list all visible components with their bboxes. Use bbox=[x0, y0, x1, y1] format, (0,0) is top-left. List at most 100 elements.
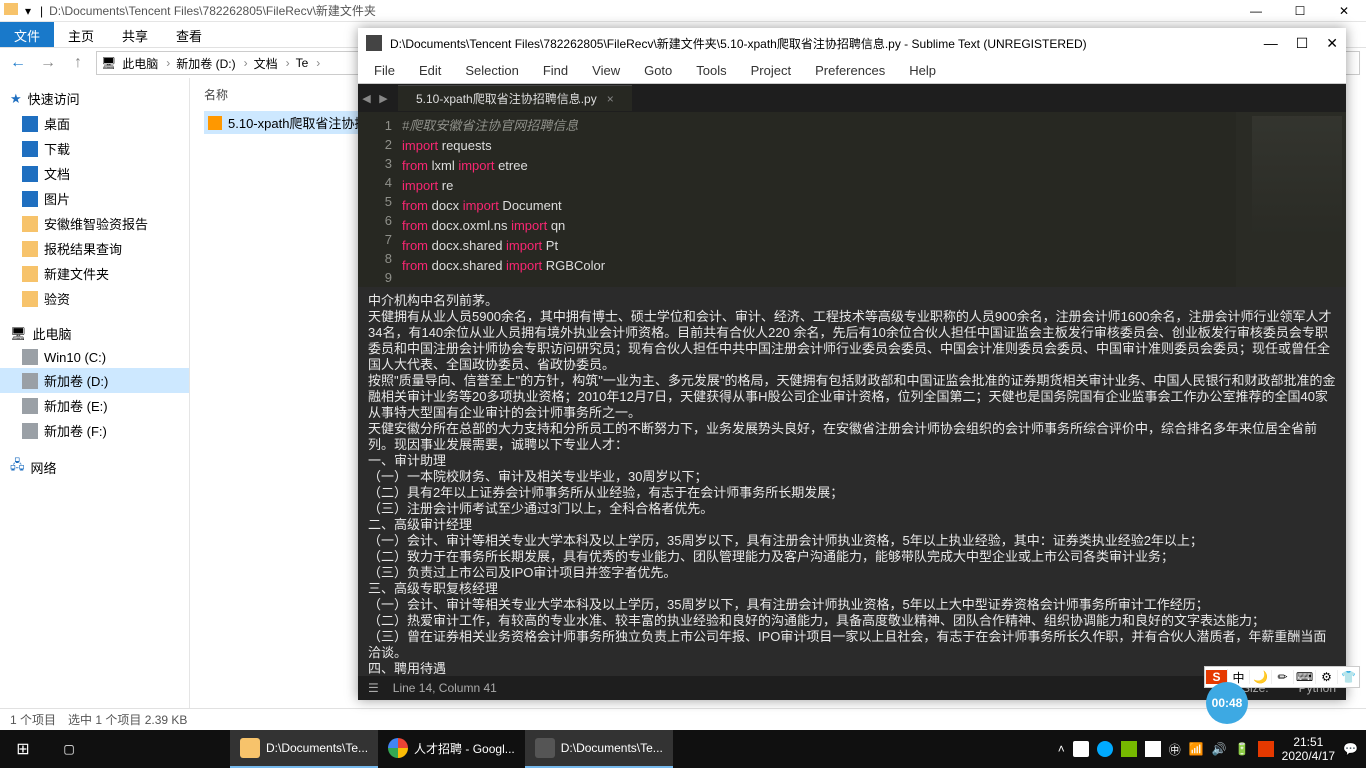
sublime-status-bar: ☰ Line 14, Column 41 Tab Size: Python bbox=[358, 676, 1346, 700]
minimize-button[interactable]: — bbox=[1264, 35, 1278, 52]
sublime-window: D:\Documents\Tencent Files\782262805\Fil… bbox=[358, 28, 1346, 700]
menu-view[interactable]: View bbox=[582, 61, 630, 80]
taskbar-app[interactable]: D:\Documents\Te... bbox=[230, 730, 378, 768]
ime-button[interactable]: ✏ bbox=[1271, 670, 1293, 684]
wifi-icon[interactable]: 📶 bbox=[1189, 742, 1204, 756]
start-button[interactable]: ⊞ bbox=[0, 730, 46, 768]
nav-item[interactable]: 验资 bbox=[0, 286, 189, 311]
menu-preferences[interactable]: Preferences bbox=[805, 61, 895, 80]
status-selection: 选中 1 个项目 2.39 KB bbox=[68, 711, 187, 728]
sublime-titlebar[interactable]: D:\Documents\Tencent Files\782262805\Fil… bbox=[358, 28, 1346, 58]
nav-item[interactable]: 桌面 bbox=[0, 111, 189, 136]
menu-project[interactable]: Project bbox=[741, 61, 801, 80]
ime-icon[interactable]: ㊥ bbox=[1169, 741, 1181, 758]
folder-icon bbox=[4, 3, 18, 15]
back-button[interactable]: ← bbox=[6, 54, 30, 72]
ime-button[interactable]: 👕 bbox=[1337, 670, 1359, 684]
up-button[interactable]: ↑ bbox=[66, 54, 90, 72]
menu-selection[interactable]: Selection bbox=[455, 61, 528, 80]
system-tray[interactable]: ˄ ㊥ 📶 🔊 🔋 21:51 2020/4/17 💬 bbox=[1050, 735, 1366, 763]
ime-button[interactable]: 🌙 bbox=[1249, 670, 1271, 684]
crumb[interactable]: 新加卷 (D:) bbox=[176, 55, 247, 72]
menu-find[interactable]: Find bbox=[533, 61, 578, 80]
tab-close-icon[interactable]: × bbox=[607, 92, 614, 106]
nvidia-icon[interactable] bbox=[1121, 741, 1137, 757]
quick-access-header[interactable]: ★快速访问 bbox=[0, 86, 189, 111]
menu-help[interactable]: Help bbox=[899, 61, 946, 80]
network-header[interactable]: 🖧网络 bbox=[0, 453, 189, 481]
gutter: 123456789 bbox=[358, 112, 402, 287]
forward-button[interactable]: → bbox=[36, 54, 60, 72]
recording-timer-badge[interactable]: 00:48 bbox=[1206, 682, 1248, 724]
ime-button[interactable]: ⚙ bbox=[1315, 670, 1337, 684]
tab-next-icon[interactable]: ▶ bbox=[379, 92, 387, 105]
menu-file[interactable]: File bbox=[364, 61, 405, 80]
tray-up-icon[interactable]: ˄ bbox=[1058, 742, 1065, 756]
drive-item[interactable]: 新加卷 (E:) bbox=[0, 393, 189, 418]
nav-item[interactable]: 新建文件夹 bbox=[0, 261, 189, 286]
drive-item[interactable]: 新加卷 (F:) bbox=[0, 418, 189, 443]
tray-icon[interactable] bbox=[1145, 741, 1161, 757]
tray-icon[interactable] bbox=[1073, 741, 1089, 757]
drive-item[interactable]: Win10 (C:) bbox=[0, 346, 189, 368]
menu-tools[interactable]: Tools bbox=[686, 61, 736, 80]
pinned-powerpoint[interactable] bbox=[92, 730, 138, 768]
close-button[interactable]: ✕ bbox=[1326, 35, 1338, 52]
sublime-icon bbox=[366, 35, 382, 51]
tab-bar: ◀ ▶ 5.10-xpath爬取省注协招聘信息.py × bbox=[358, 84, 1346, 112]
status-item-count: 1 个项目 bbox=[10, 711, 56, 728]
menu-icon[interactable]: ☰ bbox=[368, 681, 379, 695]
ribbon-home[interactable]: 主页 bbox=[54, 22, 108, 47]
nav-item[interactable]: 文档 bbox=[0, 161, 189, 186]
ribbon-file[interactable]: 文件 bbox=[0, 22, 54, 47]
pinned-word[interactable] bbox=[138, 730, 184, 768]
ribbon-view[interactable]: 查看 bbox=[162, 22, 216, 47]
nav-item[interactable]: 下载 bbox=[0, 136, 189, 161]
menu-edit[interactable]: Edit bbox=[409, 61, 451, 80]
taskbar-app[interactable]: D:\Documents\Te... bbox=[525, 730, 673, 768]
source-code[interactable]: #爬取安徽省注协官网招聘信息 import requests from lxml… bbox=[402, 112, 1236, 287]
pc-icon: 🖥 bbox=[101, 56, 116, 70]
pinned-excel[interactable] bbox=[184, 730, 230, 768]
crumb[interactable]: 此电脑 bbox=[122, 55, 170, 72]
this-pc-header[interactable]: 🖥此电脑 bbox=[0, 321, 189, 346]
maximize-button[interactable]: ☐ bbox=[1296, 35, 1309, 52]
file-name: 5.10-xpath爬取省注协招 bbox=[228, 113, 367, 132]
qat-icon[interactable]: ▾ bbox=[20, 3, 36, 19]
tab-label: 5.10-xpath爬取省注协招聘信息.py bbox=[416, 90, 597, 107]
maximize-button[interactable]: ☐ bbox=[1278, 0, 1322, 22]
drive-item[interactable]: 新加卷 (D:) bbox=[0, 368, 189, 393]
clock[interactable]: 21:51 2020/4/17 bbox=[1282, 735, 1335, 763]
explorer-titlebar[interactable]: ▾ | D:\Documents\Tencent Files\782262805… bbox=[0, 0, 1366, 22]
minimap[interactable] bbox=[1236, 112, 1346, 287]
volume-icon[interactable]: 🔊 bbox=[1212, 742, 1227, 756]
minimize-button[interactable]: — bbox=[1234, 0, 1278, 22]
file-item[interactable]: 5.10-xpath爬取省注协招 bbox=[204, 111, 371, 134]
nav-item[interactable]: 安徽维智验资报告 bbox=[0, 211, 189, 236]
menu-bar: FileEditSelection FindViewGotoTools Projec… bbox=[358, 58, 1346, 84]
close-button[interactable]: ✕ bbox=[1322, 0, 1366, 22]
taskbar: ⊞ ▢ D:\Documents\Te...人才招聘 - Googl...D:\… bbox=[0, 730, 1366, 768]
crumb[interactable]: 文档 bbox=[254, 55, 290, 72]
editor-tab[interactable]: 5.10-xpath爬取省注协招聘信息.py × bbox=[398, 85, 632, 111]
nav-pane[interactable]: ★快速访问 桌面下载文档图片安徽维智验资报告报税结果查询新建文件夹验资 🖥此电脑… bbox=[0, 78, 190, 708]
sublime-file-icon bbox=[208, 116, 222, 130]
nav-item[interactable]: 图片 bbox=[0, 186, 189, 211]
taskbar-app[interactable]: 人才招聘 - Googl... bbox=[378, 730, 525, 768]
task-view-button[interactable]: ▢ bbox=[46, 730, 92, 768]
ribbon-share[interactable]: 共享 bbox=[108, 22, 162, 47]
crumb[interactable]: Te bbox=[296, 56, 321, 70]
code-editor[interactable]: 123456789 #爬取安徽省注协官网招聘信息 import requests… bbox=[358, 112, 1346, 287]
output-panel[interactable]: 中介机构中名列前茅。 天健拥有从业人员5900余名，其中拥有博士、硕士学位和会计… bbox=[358, 287, 1346, 676]
ime-button[interactable]: ⌨ bbox=[1293, 670, 1315, 684]
menu-goto[interactable]: Goto bbox=[634, 61, 682, 80]
action-center-icon[interactable]: 💬 bbox=[1343, 742, 1358, 756]
tray-icon[interactable] bbox=[1097, 741, 1113, 757]
sublime-title: D:\Documents\Tencent Files\782262805\Fil… bbox=[390, 35, 1087, 52]
tab-prev-icon[interactable]: ◀ bbox=[362, 92, 370, 105]
sogou-tray-icon[interactable] bbox=[1258, 741, 1274, 757]
window-path: D:\Documents\Tencent Files\782262805\Fil… bbox=[49, 2, 376, 19]
nav-item[interactable]: 报税结果查询 bbox=[0, 236, 189, 261]
battery-icon[interactable]: 🔋 bbox=[1235, 742, 1250, 756]
status-bar: 1 个项目 选中 1 个项目 2.39 KB bbox=[0, 708, 1366, 730]
